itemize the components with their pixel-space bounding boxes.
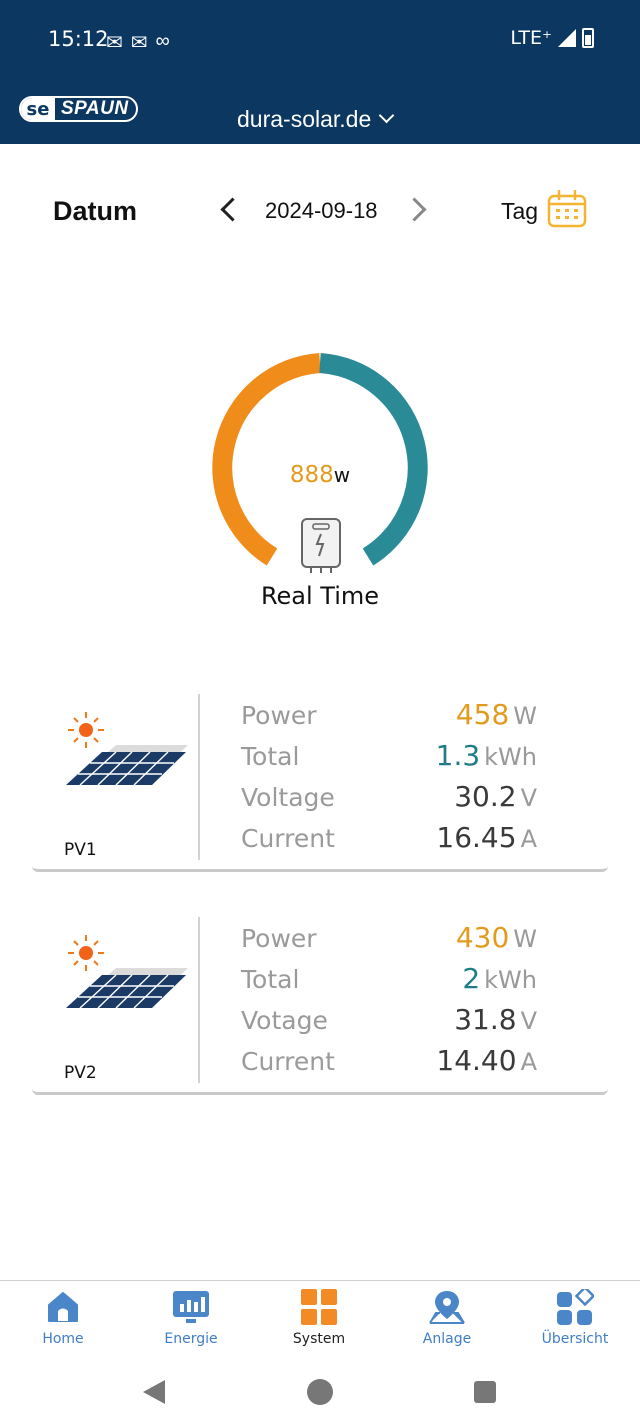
home-icon	[48, 1292, 78, 1322]
metric-unit: V	[520, 784, 537, 812]
logo-text: SPAUN	[61, 98, 129, 119]
metric-row-power: Power 430 W	[241, 921, 537, 962]
network-type: LTE⁺	[510, 27, 552, 49]
system-grid-icon	[301, 1289, 337, 1325]
nav-label: System	[292, 1331, 346, 1347]
signal-icon	[558, 29, 576, 47]
metric-value: 31.8	[454, 1003, 517, 1036]
recent-apps-icon[interactable]	[474, 1381, 496, 1403]
nav-home[interactable]: Home	[13, 1289, 113, 1347]
metric-value: 16.45	[436, 821, 517, 854]
previous-date-button[interactable]	[216, 196, 240, 224]
site-name: dura-solar.de	[237, 106, 372, 132]
gmail-icon: ✉	[106, 32, 123, 54]
nav-uebersicht[interactable]: Übersicht	[525, 1289, 625, 1347]
nav-label: Energie	[164, 1331, 218, 1347]
logo-mark: se	[21, 98, 55, 120]
energy-chart-icon	[173, 1291, 209, 1323]
metric-label: Total	[241, 965, 300, 994]
metric-value: 30.2	[454, 780, 517, 813]
bottom-nav: Home Energie System Anlage Übersicht	[0, 1280, 640, 1354]
back-icon[interactable]	[143, 1380, 165, 1404]
home-circle-icon[interactable]	[307, 1379, 333, 1405]
metric-row-current: Current 14.40 A	[241, 1044, 537, 1085]
nav-label: Home	[42, 1331, 84, 1347]
system-navigation-bar	[0, 1354, 640, 1428]
site-selector[interactable]: dura-solar.de	[237, 106, 395, 133]
next-date-button[interactable]	[406, 196, 430, 224]
metric-unit: W	[513, 925, 537, 953]
metric-label: Current	[241, 824, 335, 853]
metric-unit: W	[513, 702, 537, 730]
metric-row-current: Current 16.45 A	[241, 821, 537, 862]
solar-panel-icon	[66, 935, 188, 1009]
metric-unit: kWh	[484, 966, 537, 994]
metric-row-total: Total 1.3 kWh	[241, 739, 537, 780]
pv1-card: PV1 Power 458 W Total 1.3 kWh Voltage 30.2…	[32, 694, 608, 872]
metric-row-total: Total 2 kWh	[241, 962, 537, 1003]
metric-unit: kWh	[484, 743, 537, 771]
metric-value: 2	[462, 962, 481, 995]
inverter-icon	[301, 518, 341, 573]
period-selector[interactable]: Tag	[501, 198, 538, 225]
nav-label: Übersicht	[541, 1331, 609, 1347]
metric-label: Power	[241, 701, 317, 730]
metric-unit: V	[520, 1007, 537, 1035]
nav-label: Anlage	[422, 1331, 472, 1347]
realtime-power-unit: w	[333, 463, 351, 487]
calendar-icon[interactable]	[547, 190, 587, 228]
metric-value: 458	[455, 698, 510, 731]
overview-icon	[557, 1289, 594, 1325]
app-header: 15:12 ✉ ✉ ∞ LTE⁺ se SPAUN dura-solar.de	[0, 0, 640, 144]
nav-system[interactable]: System	[269, 1289, 369, 1347]
gauge-label: Real Time	[260, 582, 380, 610]
date-label: Datum	[53, 196, 138, 226]
metric-unit: A	[520, 825, 537, 853]
battery-icon	[582, 28, 594, 48]
metric-row-voltage: Votage 31.8 V	[241, 1003, 537, 1044]
notification-icons: ✉ ✉ ∞	[106, 30, 170, 55]
status-time: 15:12	[48, 27, 109, 51]
nav-anlage[interactable]: Anlage	[397, 1289, 497, 1347]
date-value[interactable]: 2024-09-18	[265, 198, 378, 224]
pv1-metrics: Power 458 W Total 1.3 kWh Voltage 30.2 V Cu…	[241, 698, 537, 862]
pv-name: PV2	[64, 1063, 97, 1083]
gmail-icon: ✉	[130, 32, 148, 54]
metric-value: 14.40	[436, 1044, 517, 1077]
card-divider	[198, 694, 200, 860]
link-icon: ∞	[155, 30, 170, 52]
status-right: LTE⁺	[510, 27, 594, 49]
metric-unit: A	[520, 1048, 537, 1076]
location-pin-icon	[429, 1291, 465, 1324]
realtime-power-value: 888	[289, 462, 334, 488]
metric-value: 430	[455, 921, 510, 954]
pv-name: PV1	[64, 840, 97, 860]
metric-row-voltage: Voltage 30.2 V	[241, 780, 537, 821]
metric-label: Votage	[241, 1006, 328, 1035]
realtime-power: 888w	[0, 462, 640, 488]
metric-label: Voltage	[241, 783, 335, 812]
pv2-card: PV2 Power 430 W Total 2 kWh Votage 31.8 V C…	[32, 917, 608, 1095]
metric-label: Total	[241, 742, 300, 771]
metric-value: 1.3	[435, 739, 481, 772]
metric-label: Power	[241, 924, 317, 953]
card-divider	[198, 917, 200, 1083]
metric-label: Current	[241, 1047, 335, 1076]
chevron-down-icon	[378, 107, 395, 124]
pv2-metrics: Power 430 W Total 2 kWh Votage 31.8 V Curre…	[241, 921, 537, 1085]
solar-panel-icon	[66, 712, 188, 786]
spaun-logo: se SPAUN	[19, 96, 138, 122]
metric-row-power: Power 458 W	[241, 698, 537, 739]
nav-energie[interactable]: Energie	[141, 1289, 241, 1347]
